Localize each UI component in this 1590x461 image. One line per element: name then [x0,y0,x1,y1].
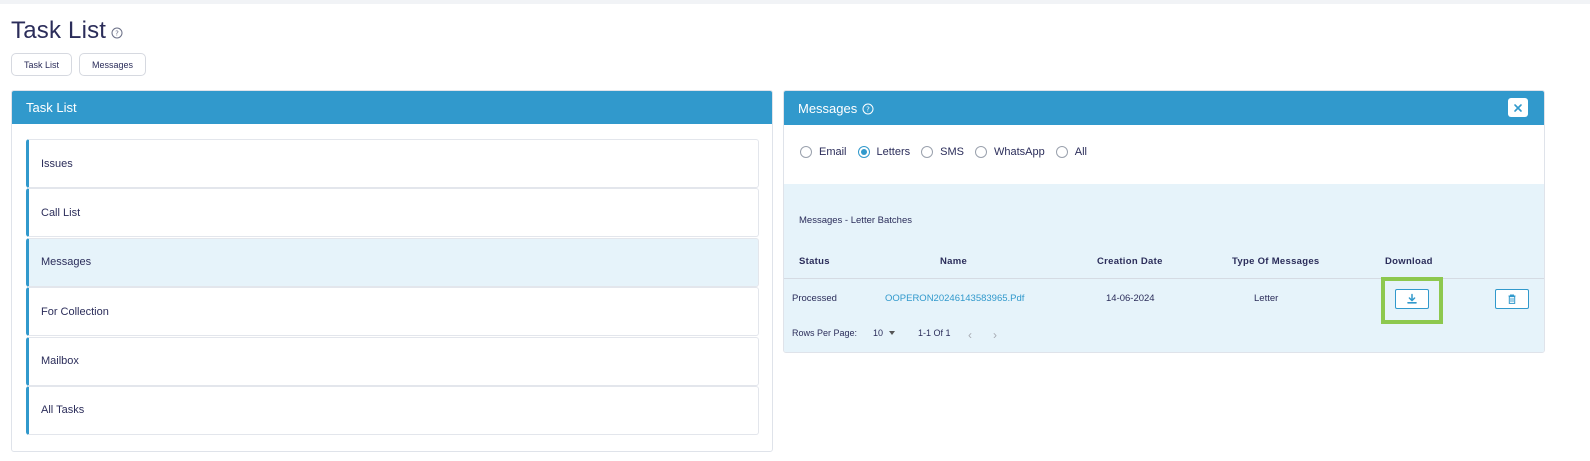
chevron-down-icon [889,331,896,335]
radio-dot[interactable] [1055,146,1068,158]
task-item-issues[interactable]: Issues [26,139,759,188]
svg-text:?: ? [866,105,870,113]
next-page-button[interactable]: › [993,328,997,342]
breadcrumb-messages[interactable]: Messages [79,53,147,76]
cell-name-link[interactable]: OOPERON20246143583965.Pdf [885,293,1024,304]
radio-label: SMS [940,146,964,158]
message-type-filter: Email Letters SMS WhatsApp All [800,146,1098,158]
delete-button[interactable] [1495,289,1529,309]
task-item-mailbox[interactable]: Mailbox [26,336,759,386]
download-button[interactable] [1395,289,1429,309]
radio-dot[interactable] [975,146,987,158]
top-divider [0,0,1590,4]
svg-text:?: ? [115,30,119,38]
section-title: Messages - Letter Batches [799,215,912,226]
rows-per-page-label: Rows Per Page: [792,328,858,338]
radio-label: WhatsApp [994,146,1045,158]
previous-page-button[interactable]: ‹ [968,328,972,342]
page-title: Task List [11,17,107,44]
download-icon [1407,293,1417,304]
radio-sms[interactable]: SMS [921,146,964,158]
radio-dot[interactable] [921,146,934,158]
radio-all[interactable]: All [1055,146,1087,158]
task-list-panel-title: Task List [12,91,772,124]
cell-status: Processed [792,293,837,304]
column-header-name: Name [940,256,968,267]
task-item-call-list[interactable]: Call List [26,188,759,238]
column-header-creation-date: Creation Date [1097,256,1163,267]
radio-email[interactable]: Email [800,146,847,158]
messages-panel-title: Messages [798,100,858,116]
radio-whatsapp[interactable]: WhatsApp [975,146,1045,158]
radio-label: Letters [876,146,911,158]
pagination-range: 1-1 Of 1 [918,328,951,338]
breadcrumb: Task List Messages [11,53,147,76]
radio-dot[interactable] [857,146,870,158]
page-header: Task List ? [11,17,123,45]
help-circle-icon[interactable]: ? [862,103,874,115]
trash-icon [1508,294,1516,304]
radio-label: All [1074,146,1087,158]
rows-per-page-value: 10 [873,328,884,338]
column-header-type: Type Of Messages [1232,256,1320,267]
task-item-for-collection[interactable]: For Collection [26,287,759,337]
radio-letters[interactable]: Letters [857,146,911,158]
help-circle-icon[interactable]: ? [111,27,123,39]
messages-panel: Messages ? Email Letters SMS WhatsApp Al… [783,90,1545,353]
close-button[interactable] [1508,98,1528,117]
radio-label: Email [819,146,847,158]
column-header-download: Download [1385,256,1433,267]
letter-batches-section: Messages - Letter Batches Status Name Cr… [784,184,1544,352]
task-item-messages[interactable]: Messages [26,237,759,287]
close-icon [1514,103,1522,112]
messages-panel-header: Messages ? [784,91,1544,125]
cell-creation-date: 14-06-2024 [1106,293,1155,304]
breadcrumb-task-list[interactable]: Task List [11,53,73,76]
task-item-all-tasks[interactable]: All Tasks [26,385,759,435]
column-header-status: Status [799,256,830,267]
radio-dot[interactable] [800,146,812,158]
task-list-panel: Task List Issues Call List Messages For … [11,90,773,452]
cell-type: Letter [1254,293,1279,304]
task-list: Issues Call List Messages For Collection… [26,139,759,435]
rows-per-page-select[interactable]: 10 [873,328,896,338]
